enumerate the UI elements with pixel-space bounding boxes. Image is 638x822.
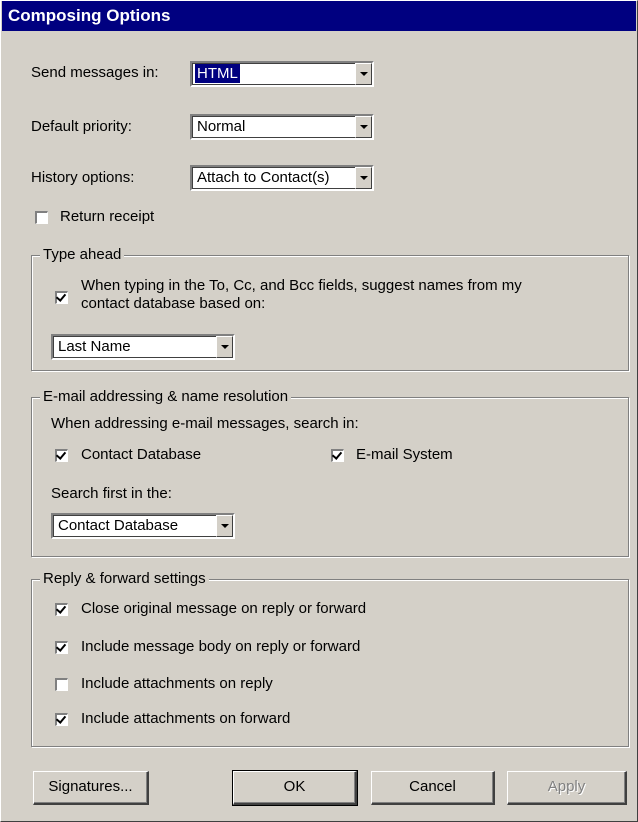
send-messages-label: Send messages in: (31, 64, 159, 81)
history-options-value: Attach to Contact(s) (197, 169, 330, 186)
chevron-down-icon[interactable] (355, 63, 372, 85)
chevron-down-icon[interactable] (355, 116, 372, 138)
send-messages-value: HTML (195, 64, 240, 83)
window-title: Composing Options (2, 1, 636, 31)
type-ahead-label-line1[interactable]: When typing in the To, Cc, and Bcc field… (81, 277, 522, 294)
return-receipt-label[interactable]: Return receipt (60, 208, 154, 225)
contact-database-label[interactable]: Contact Database (81, 446, 201, 463)
return-receipt-checkbox[interactable] (35, 211, 48, 224)
default-priority-select[interactable]: Normal (190, 114, 374, 140)
type-ahead-checkbox[interactable] (55, 291, 68, 304)
reply-forward-title: Reply & forward settings (40, 570, 209, 588)
signatures-button[interactable]: Signatures... (33, 771, 149, 805)
email-system-label[interactable]: E-mail System (356, 446, 453, 463)
ok-button[interactable]: OK (232, 770, 358, 806)
email-system-checkbox[interactable] (331, 449, 344, 462)
type-ahead-label-line2[interactable]: contact database based on: (81, 295, 265, 312)
history-options-select[interactable]: Attach to Contact(s) (190, 165, 374, 191)
attachments-reply-checkbox[interactable] (55, 678, 68, 691)
type-ahead-field-select[interactable]: Last Name (51, 334, 235, 360)
default-priority-value: Normal (197, 118, 246, 135)
cancel-button[interactable]: Cancel (371, 771, 495, 805)
apply-button[interactable]: Apply (507, 771, 627, 805)
chevron-down-icon[interactable] (355, 167, 372, 189)
send-messages-select[interactable]: HTML (190, 61, 374, 87)
default-priority-label: Default priority: (31, 118, 132, 135)
attachments-reply-label[interactable]: Include attachments on reply (81, 675, 273, 692)
type-ahead-field-value: Last Name (58, 338, 131, 355)
search-first-label: Search first in the: (51, 485, 172, 502)
close-original-checkbox[interactable] (55, 603, 68, 616)
search-first-value: Contact Database (58, 517, 179, 534)
attachments-forward-label[interactable]: Include attachments on forward (81, 710, 290, 727)
attachments-forward-checkbox[interactable] (55, 713, 68, 726)
chevron-down-icon[interactable] (216, 336, 233, 358)
search-in-label: When addressing e-mail messages, search … (51, 415, 359, 432)
contact-database-checkbox[interactable] (55, 449, 68, 462)
chevron-down-icon[interactable] (216, 515, 233, 537)
composing-options-dialog: Composing Options Send messages in: HTML… (0, 0, 638, 822)
include-body-checkbox[interactable] (55, 641, 68, 654)
type-ahead-title: Type ahead (40, 246, 125, 264)
history-options-label: History options: (31, 169, 135, 186)
search-first-select[interactable]: Contact Database (51, 513, 235, 539)
addressing-title: E-mail addressing & name resolution (40, 388, 292, 406)
close-original-label[interactable]: Close original message on reply or forwa… (81, 600, 366, 617)
include-body-label[interactable]: Include message body on reply or forward (81, 638, 360, 655)
